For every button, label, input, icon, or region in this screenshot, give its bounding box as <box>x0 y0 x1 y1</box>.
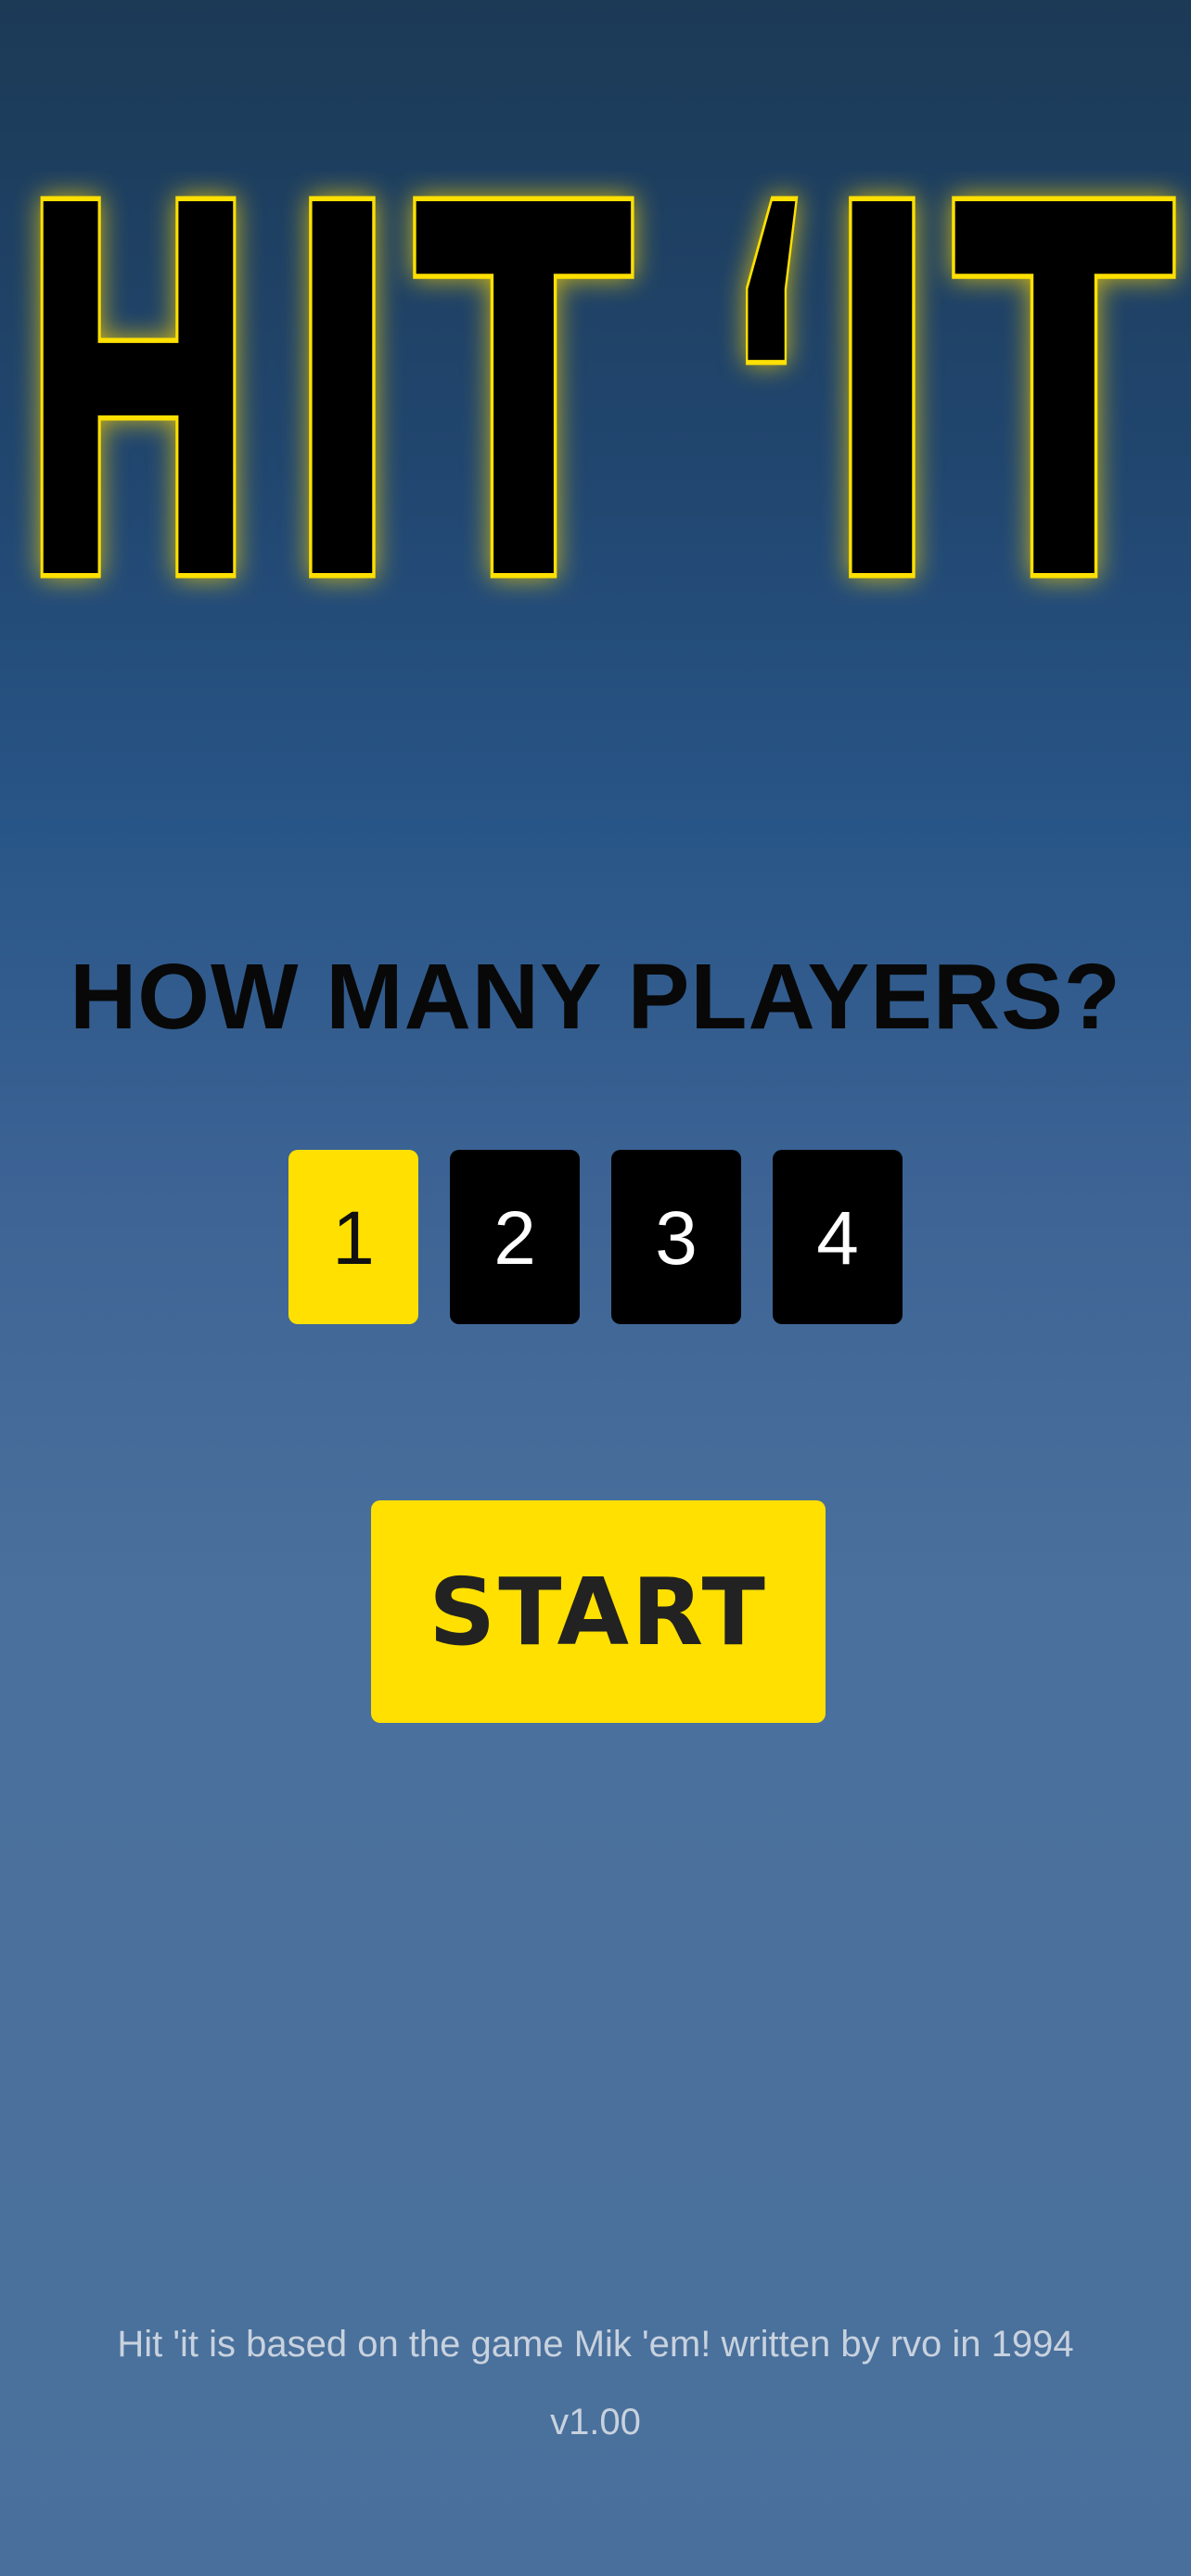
logo-letter-i2: I <box>823 172 941 607</box>
logo-letter-t2: T <box>954 172 1176 607</box>
logo-letter-h: H <box>17 172 260 607</box>
logo-letter-t: T <box>415 172 634 607</box>
start-button[interactable]: START <box>371 1500 826 1723</box>
logo-letter-apostrophe: ‘ <box>725 172 809 607</box>
player-count-button-2[interactable]: 2 <box>450 1150 580 1324</box>
game-logo: H I T ‘ I T <box>0 172 1191 607</box>
player-count-selector: 1 2 3 4 <box>0 1150 1191 1324</box>
game-logo-graphic: H I T ‘ I T <box>12 172 1182 607</box>
player-count-question: HOW MANY PLAYERS? <box>70 945 1121 1049</box>
player-count-button-3[interactable]: 3 <box>611 1150 741 1324</box>
version-label: v1.00 <box>550 2402 641 2442</box>
player-count-button-1[interactable]: 1 <box>288 1150 418 1324</box>
logo-letter-i: I <box>283 172 402 607</box>
player-count-button-4[interactable]: 4 <box>773 1150 903 1324</box>
credits-text: Hit 'it is based on the game Mik 'em! wr… <box>117 2324 1074 2365</box>
